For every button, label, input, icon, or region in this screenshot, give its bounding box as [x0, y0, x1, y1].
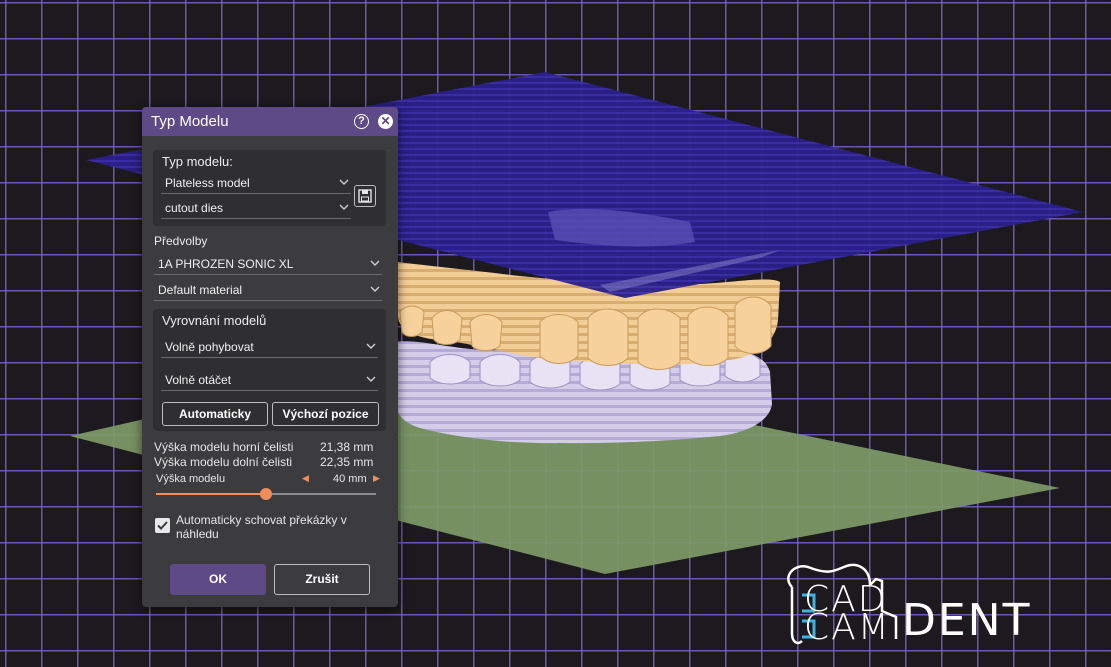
lower-height-value: 22,35 mm — [320, 455, 374, 469]
close-icon[interactable]: ✕ — [378, 114, 393, 129]
presets-label: Předvolby — [154, 234, 208, 248]
chevron-down-icon — [339, 204, 349, 210]
ok-button[interactable]: OK — [170, 564, 266, 595]
auto-hide-label-line2: náhledu — [176, 527, 219, 541]
decrease-arrow-icon[interactable]: ◀ — [302, 473, 309, 484]
model-type-dropdown[interactable]: Plateless model — [161, 172, 351, 194]
dialog-title: Typ Modelu — [151, 113, 229, 130]
model-type-dialog: Typ Modelu ? ✕ Typ modelu: Plateless mod… — [142, 107, 398, 607]
default-position-button[interactable]: Výchozí pozice — [272, 402, 379, 426]
chevron-down-icon — [370, 286, 380, 292]
printer-dropdown[interactable]: 1A PHROZEN SONIC XL — [154, 253, 382, 275]
chevron-down-icon — [366, 343, 376, 349]
model-height-label: Výška modelu — [156, 473, 226, 485]
slider-knob[interactable] — [260, 488, 272, 500]
auto-align-button[interactable]: Automaticky — [162, 402, 268, 426]
dialog-titlebar[interactable]: Typ Modelu ? ✕ — [142, 107, 398, 136]
cancel-button[interactable]: Zrušit — [274, 564, 370, 595]
alignment-label: Vyrovnání modelů — [162, 313, 267, 328]
alignment-group: Vyrovnání modelů Volně pohybovat Volně o… — [153, 309, 386, 431]
save-preset-button[interactable] — [354, 185, 376, 207]
die-type-dropdown[interactable]: cutout dies — [161, 197, 351, 219]
chevron-down-icon — [339, 179, 349, 185]
auto-hide-label-line1: Automaticky schovat překázky v — [176, 513, 347, 527]
model-height-slider[interactable] — [156, 488, 376, 500]
chevron-down-icon — [366, 376, 376, 382]
logo-cam-text: CAM — [804, 607, 891, 648]
upper-height-label: Výška modelu horní čelisti — [154, 440, 294, 454]
material-dropdown[interactable]: Default material — [154, 279, 382, 301]
model-height-value[interactable]: 40 mm — [333, 473, 367, 485]
save-icon — [358, 189, 372, 203]
cadcam-dent-logo: CAD CAM DENT — [778, 555, 1063, 655]
slider-fill — [156, 493, 266, 495]
chevron-down-icon — [370, 260, 380, 266]
checkmark-icon — [157, 521, 168, 530]
upper-height-value: 21,38 mm — [320, 440, 374, 454]
increase-arrow-icon[interactable]: ▶ — [373, 473, 380, 484]
auto-hide-checkbox[interactable] — [155, 518, 170, 533]
lower-height-label: Výška modelu dolní čelisti — [154, 455, 293, 469]
model-type-label: Typ modelu: — [162, 154, 233, 169]
logo-dent-text: DENT — [902, 595, 1032, 646]
move-mode-dropdown[interactable]: Volně pohybovat — [161, 336, 378, 358]
rotate-mode-dropdown[interactable]: Volně otáčet — [161, 369, 378, 391]
model-type-group: Typ modelu: Plateless model cutout dies — [153, 150, 386, 226]
help-icon[interactable]: ? — [354, 114, 369, 129]
